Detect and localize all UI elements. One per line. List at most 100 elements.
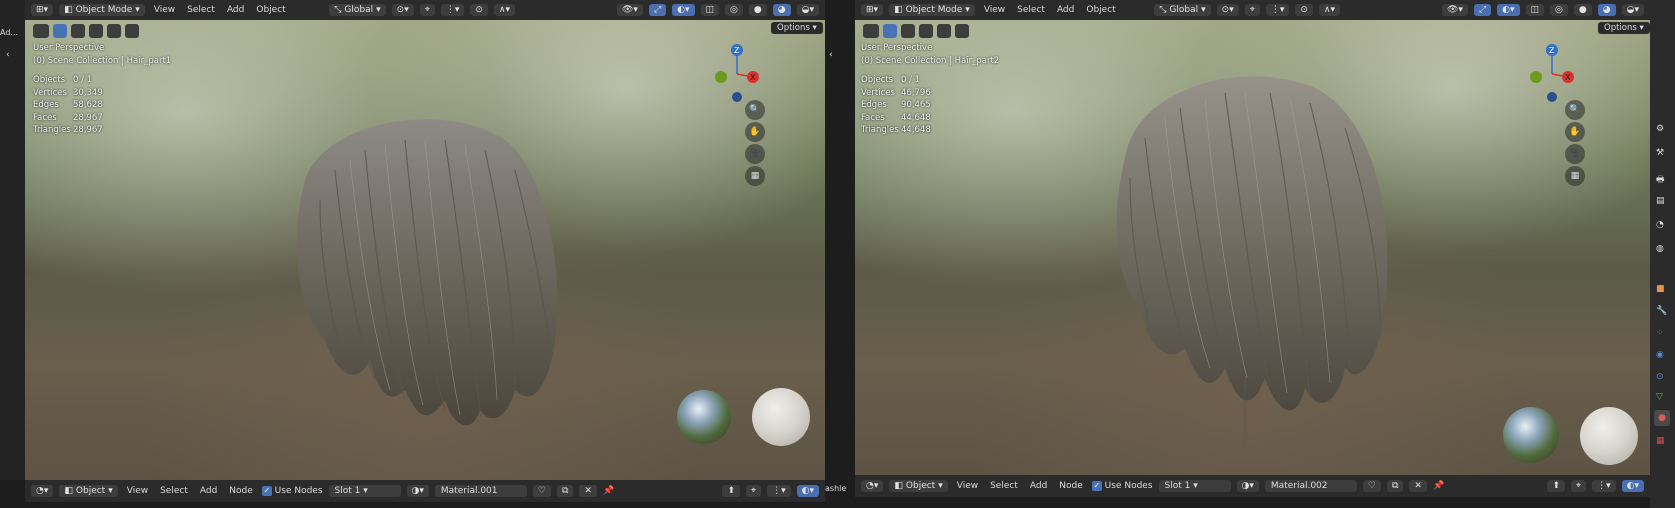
menu-node[interactable]: Node: [1056, 481, 1086, 491]
material-browse-button[interactable]: ◑▾: [1236, 480, 1259, 492]
view-overlay-toggle[interactable]: ◐▾: [1621, 480, 1644, 492]
menu-add[interactable]: Add: [1054, 5, 1077, 15]
object-tab-icon[interactable]: ■: [1656, 284, 1665, 294]
gizmo-y-axis[interactable]: [1530, 71, 1542, 83]
shader-object-select[interactable]: ◧ Object ▾: [889, 480, 948, 492]
select-intersect-icon[interactable]: [955, 24, 969, 38]
menu-select[interactable]: Select: [184, 5, 218, 15]
output-tab-icon[interactable]: 🖶: [1656, 172, 1665, 188]
editor-type-button[interactable]: ◔▾: [31, 485, 54, 497]
use-nodes-checkbox[interactable]: ✓ Use Nodes: [1091, 481, 1153, 491]
shading-rendered[interactable]: ◒▾: [796, 4, 819, 16]
overlay-icon[interactable]: ⬆: [722, 485, 741, 497]
snap-settings[interactable]: ⋮▾: [440, 4, 465, 16]
proportional-edit[interactable]: ⊙: [1295, 4, 1313, 16]
visibility-button[interactable]: 👁▾: [1442, 4, 1468, 16]
xray-toggle[interactable]: ◫: [700, 4, 720, 16]
menu-object[interactable]: Object: [253, 5, 288, 15]
menu-select[interactable]: Select: [987, 481, 1021, 491]
snap-toggle[interactable]: ⌖: [419, 4, 435, 16]
fake-user-icon[interactable]: ♡: [532, 485, 551, 497]
pan-hand-icon[interactable]: ✋: [1565, 122, 1585, 142]
fake-user-icon[interactable]: ♡: [1362, 480, 1381, 492]
overlay-toggle[interactable]: ◐▾: [672, 4, 695, 16]
particles-tab-icon[interactable]: ⁘: [1656, 328, 1664, 338]
use-nodes-checkbox[interactable]: ✓ Use Nodes: [261, 486, 323, 496]
editor-type-button[interactable]: ⊞▾: [861, 4, 884, 16]
xray-toggle[interactable]: ◫: [1525, 4, 1545, 16]
shader-object-select[interactable]: ◧ Object ▾: [59, 485, 118, 497]
select-invert-icon[interactable]: [107, 24, 121, 38]
tool-toggle-icon[interactable]: [33, 24, 49, 38]
menu-add[interactable]: Add: [197, 486, 220, 496]
options-button[interactable]: Options ▾: [771, 22, 823, 34]
visibility-button[interactable]: 👁▾: [617, 4, 643, 16]
area-divider[interactable]: ‹ ashle: [825, 0, 855, 508]
shading-wireframe[interactable]: ◎: [1550, 4, 1568, 16]
shading-material[interactable]: ◕: [772, 4, 791, 16]
constraints-tab-icon[interactable]: ⊙: [1656, 372, 1664, 382]
transform-orientation-select[interactable]: ⤡ Global ▾: [1154, 4, 1211, 16]
scene-tab-icon[interactable]: ◔: [1656, 220, 1664, 230]
shading-solid[interactable]: ●: [1573, 4, 1592, 16]
gizmo-toggle[interactable]: ⤢: [648, 4, 667, 16]
tool-toggle-icon[interactable]: [863, 24, 879, 38]
material-browse-button[interactable]: ◑▾: [406, 485, 429, 497]
options-button[interactable]: Options ▾: [1598, 22, 1650, 34]
hair-model[interactable]: [1095, 68, 1395, 448]
menu-view[interactable]: View: [124, 486, 151, 496]
select-extend-icon[interactable]: [901, 24, 915, 38]
menu-select[interactable]: Select: [157, 486, 191, 496]
menu-add[interactable]: Add: [224, 5, 247, 15]
material-name-field[interactable]: Material.001: [434, 485, 527, 497]
pivot-select[interactable]: ⊙▾: [1216, 4, 1239, 16]
material-name-field[interactable]: Material.002: [1264, 480, 1357, 492]
snap-settings[interactable]: ⋮▾: [1265, 4, 1290, 16]
select-new-icon[interactable]: [53, 24, 67, 38]
shading-rendered[interactable]: ◒▾: [1621, 4, 1644, 16]
select-invert-icon[interactable]: [937, 24, 951, 38]
tool-tab-icon[interactable]: ⚙: [1656, 124, 1664, 134]
modifier-tab-icon[interactable]: 🔧: [1656, 306, 1667, 316]
unlink-icon[interactable]: ✕: [1409, 480, 1427, 492]
gizmo-y-axis[interactable]: [715, 71, 727, 83]
world-tab-icon[interactable]: ◍: [1656, 244, 1664, 254]
snap-icon[interactable]: ⌖: [1571, 480, 1587, 492]
data-tab-icon[interactable]: ▽: [1656, 392, 1663, 402]
duplicate-icon[interactable]: ⧉: [556, 485, 574, 497]
gizmo-neg-z-axis[interactable]: [732, 92, 742, 102]
select-new-icon[interactable]: [883, 24, 897, 38]
navigation-gizmo[interactable]: Z X: [1530, 42, 1580, 102]
overlay-toggle[interactable]: ◐▾: [1497, 4, 1520, 16]
pan-hand-icon[interactable]: ✋: [745, 122, 765, 142]
select-subtract-icon[interactable]: [89, 24, 103, 38]
menu-select[interactable]: Select: [1014, 5, 1048, 15]
left-viewport[interactable]: Options ▾ User Perspective (0) Scene Col…: [25, 20, 825, 480]
select-extend-icon[interactable]: [71, 24, 85, 38]
snap-mode-select[interactable]: ⋮▾: [767, 485, 791, 497]
collapse-arrow-icon[interactable]: ‹: [829, 50, 833, 60]
shading-wireframe[interactable]: ◎: [725, 4, 743, 16]
left-edge-tab[interactable]: Ad...: [0, 28, 18, 37]
falloff-select[interactable]: ∧▾: [1318, 4, 1340, 16]
editor-type-button[interactable]: ⊞▾: [31, 4, 54, 16]
menu-view[interactable]: View: [151, 5, 178, 15]
pin-icon[interactable]: 📌: [603, 486, 614, 496]
falloff-select[interactable]: ∧▾: [493, 4, 515, 16]
proportional-edit[interactable]: ⊙: [470, 4, 488, 16]
select-subtract-icon[interactable]: [919, 24, 933, 38]
slot-select[interactable]: Slot 1 ▾: [328, 485, 401, 497]
zoom-icon[interactable]: 🔍: [1565, 100, 1585, 120]
menu-add[interactable]: Add: [1027, 481, 1050, 491]
shading-solid[interactable]: ●: [748, 4, 767, 16]
menu-view[interactable]: View: [954, 481, 981, 491]
view-overlay-toggle[interactable]: ◐▾: [796, 485, 819, 497]
snap-toggle[interactable]: ⌖: [1244, 4, 1260, 16]
texture-tab-icon[interactable]: ▦: [1656, 436, 1665, 446]
camera-icon[interactable]: 🎥: [1565, 144, 1585, 164]
render-tab-icon[interactable]: ⚒: [1656, 148, 1664, 158]
snap-icon[interactable]: ⌖: [746, 485, 762, 497]
menu-object[interactable]: Object: [1083, 5, 1118, 15]
zoom-icon[interactable]: 🔍: [745, 100, 765, 120]
editor-type-button[interactable]: ◔▾: [861, 480, 884, 492]
